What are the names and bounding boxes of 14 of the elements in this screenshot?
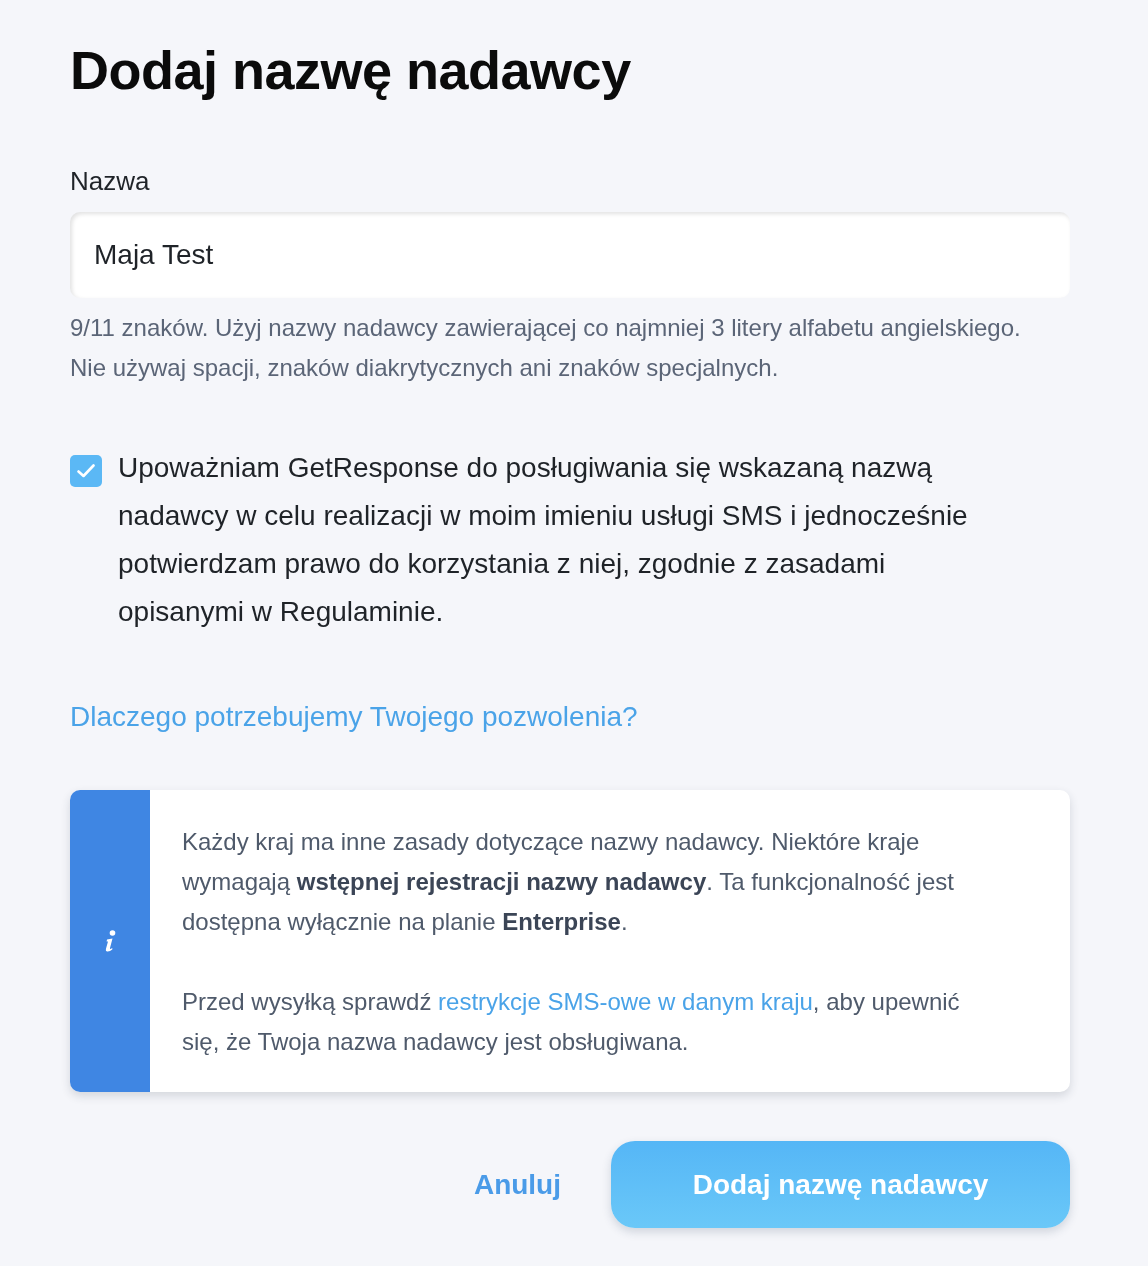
restrictions-link[interactable]: restrykcje SMS-owe w danym kraju [438, 988, 813, 1015]
info-icon [104, 930, 116, 952]
page-title: Dodaj nazwę nadawcy [70, 39, 631, 102]
check-icon [77, 464, 95, 478]
help-link[interactable]: Dlaczego potrzebujemy Twojego pozwolenia? [70, 697, 638, 737]
field-hint: 9/11 znaków. Użyj nazwy nadawcy zawierającej co najmniej 3 litery alfabetu angielskiego. Nie używaj spacji, znaków diakrytycznych ani znaków specjalnych. [70, 313, 1022, 383]
name-input-field[interactable]: Maja Test [70, 212, 1070, 298]
info-text: Każdy kraj ma inne zasady dotyczące nazwy nadawcy. Niektóre kraje wymagają wstępnej rejestracji nazwy nadawcy. Ta funkcjonalność jest dostępna wyłącznie na planie Enterprise. [182, 827, 955, 937]
consent-text: Upoważniam GetResponse do posługiwania się wskazaną nazwą nadawcy w celu realizacji w moim imieniu usługi SMS i jednocześnie potwierdzam prawo do korzystania z niej, zgodnie z zasadami opisanymi w Regulaminie. [118, 451, 969, 629]
checkbox[interactable] [70, 455, 102, 487]
cancel-button[interactable]: Anuluj [473, 1164, 561, 1205]
add-sender-name-button[interactable]: Dodaj nazwę nadawcy [611, 1141, 1070, 1228]
info-text: Przed wysyłką sprawdź restrykcje SMS-owe w danym kraju, aby upewnić się, że Twoja nazwa nadawcy jest obsługiwana. [182, 987, 961, 1057]
field-label: Nazwa [70, 165, 150, 198]
